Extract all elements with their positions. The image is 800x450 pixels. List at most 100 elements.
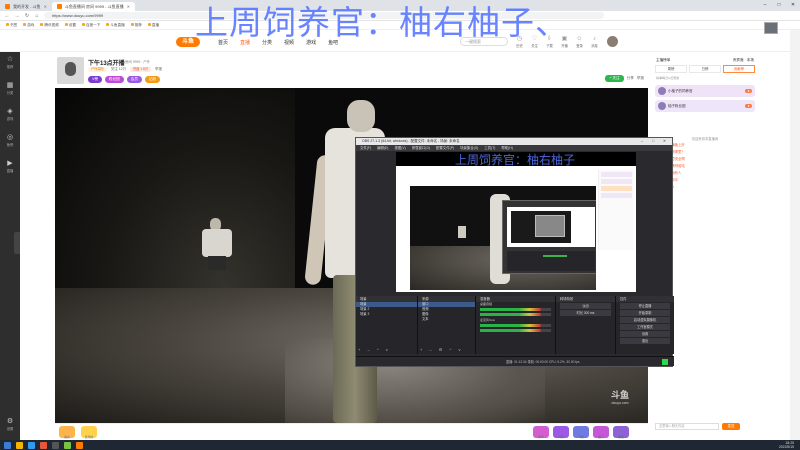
sidebar-item-category[interactable]: ▦ 分类	[0, 78, 20, 104]
chat-input[interactable]: 这里输入聊天内容	[655, 423, 719, 430]
share-button[interactable]: 分享	[627, 76, 634, 81]
obs-window-controls-icon[interactable]: – □ ✕	[641, 138, 670, 145]
room-badges: V榜 粉丝团 会员 钻粉	[88, 76, 161, 83]
browser-icon[interactable]	[28, 441, 35, 449]
rank-row[interactable]: 小柚子的饲养官 ★	[655, 85, 755, 97]
bookmark-item[interactable]: 百度一下	[82, 23, 100, 28]
desktop-shortcut-icon[interactable]	[764, 22, 778, 34]
obs-menu-item[interactable]: 帮助(H)	[501, 145, 513, 151]
sidebar-item-games[interactable]: ◈ 游戏	[0, 104, 20, 130]
obs-menu-item[interactable]: 工具(T)	[484, 145, 495, 151]
maximize-icon[interactable]: □	[772, 0, 786, 11]
tab-contribution[interactable]: 贡献榜	[723, 65, 755, 73]
report-button[interactable]: 举报	[637, 76, 644, 81]
settings-button[interactable]: 设置	[620, 331, 670, 337]
sidebar-item-recommend[interactable]: ☆ 推荐	[0, 52, 20, 78]
gift-item[interactable]: 飞机	[573, 426, 589, 439]
reload-icon[interactable]: ↻	[24, 13, 30, 19]
badge-item[interactable]: 粉丝团	[105, 76, 124, 83]
obs-icon[interactable]	[52, 441, 59, 449]
bookmark-item[interactable]: 设置	[65, 23, 76, 28]
tab-daily[interactable]: 日榜	[689, 65, 721, 73]
mini-row	[601, 179, 632, 184]
report-link[interactable]: 举报	[155, 67, 162, 72]
app-icon[interactable]	[64, 441, 71, 449]
gift-item[interactable]: 超火	[593, 426, 609, 439]
obs-titlebar[interactable]: OBS 27.1.3 (64-bit, windows) - 配置文件: 未命名…	[356, 138, 672, 145]
obs-preview-overlay-title: 上周饲养官：柚右柚子	[455, 153, 576, 167]
start-icon[interactable]	[4, 441, 11, 449]
obs-menu-item[interactable]: 配置文件(P)	[436, 145, 454, 151]
explorer-icon[interactable]	[16, 441, 23, 449]
exit-button[interactable]: 退出	[620, 338, 670, 344]
browser-tab-1[interactable]: 我的开发 - 斗鱼 ✕	[0, 2, 52, 11]
gift-bar: 鱼丸 荧光棒 办卡 火箭 飞机 超火 魔法	[55, 423, 648, 440]
gift-item[interactable]: 火箭	[553, 426, 569, 439]
obs-preview-video	[410, 186, 596, 290]
obs-menu-item[interactable]: 编辑(E)	[377, 145, 388, 151]
browser-tab-2[interactable]: 斗鱼直播间 房间 9999 - 斗鱼直播 ✕	[51, 2, 135, 11]
bookmark-item[interactable]: 直播	[148, 23, 159, 28]
gift-item[interactable]: 办卡	[533, 426, 549, 439]
obs-menu-item[interactable]: 场景集合(S)	[460, 145, 478, 151]
douyu-icon[interactable]	[76, 441, 83, 449]
tab-weekly[interactable]: 周榜	[655, 65, 687, 73]
home-icon[interactable]: ⌂	[34, 13, 40, 19]
messages-button[interactable]: ♪ 消息	[590, 36, 599, 48]
obs-menu-item[interactable]: 视图(V)	[394, 145, 405, 151]
minimize-icon[interactable]: –	[758, 0, 772, 11]
start-recording-button[interactable]: 开始录制	[620, 310, 670, 316]
source-item[interactable]: 文本	[418, 317, 475, 322]
bookmark-item[interactable]: 腾讯视频	[40, 23, 58, 28]
source-toolbar-icon[interactable]: + – ⚙ ^ v	[420, 347, 463, 352]
scene-toolbar-icon[interactable]: + – ^ v	[358, 347, 391, 352]
vip-title[interactable]: 贵宾席 · 本场	[733, 55, 754, 65]
sidebar-item-live[interactable]: ▶ 直播	[0, 156, 20, 182]
scene-item[interactable]: 场景 3	[356, 312, 417, 317]
obs-preview[interactable]: 上周饲养官：柚右柚子	[396, 152, 636, 292]
left-sidebar: ☆ 推荐 ▦ 分类 ◈ 游戏 ◎ 鱼吧 ▶ 直播 ⚙ 设置	[0, 52, 20, 440]
forward-icon[interactable]: →	[14, 13, 20, 19]
app-icon[interactable]	[40, 441, 47, 449]
close-icon[interactable]: ✕	[44, 4, 47, 9]
user-avatar[interactable]	[607, 36, 618, 47]
close-window-icon[interactable]: ✕	[786, 0, 800, 11]
studio-mode-button[interactable]: 工作室模式	[620, 324, 670, 330]
obs-menu-item[interactable]: 文件(F)	[360, 145, 371, 151]
gift-item[interactable]: 荧光棒	[81, 426, 97, 439]
follow-button[interactable]: + 关注	[605, 75, 624, 82]
gift-item[interactable]: 魔法	[613, 426, 629, 439]
mini-row	[601, 172, 632, 177]
sidebar-item-fishbar[interactable]: ◎ 鱼吧	[0, 130, 20, 156]
gift-item[interactable]: 鱼丸	[59, 426, 75, 439]
badge-item[interactable]: V榜	[88, 76, 102, 83]
rank-title[interactable]: 主播榜单	[656, 55, 670, 65]
gear-icon: ⚙	[6, 418, 14, 425]
stop-streaming-button[interactable]: 停止直播	[620, 303, 670, 309]
bookmark-item[interactable]: 推荐	[131, 23, 142, 28]
page-scrollbar[interactable]	[790, 30, 800, 440]
streamer-avatar[interactable]	[57, 57, 84, 84]
person-head	[347, 100, 375, 132]
bookmark-item[interactable]: 斗鱼直播	[106, 23, 124, 28]
taskbar-clock[interactable]: 18:25 2022/5/15	[779, 441, 794, 449]
back-icon[interactable]: ←	[4, 13, 10, 19]
obs-window[interactable]: OBS 27.1.3 (64-bit, windows) - 配置文件: 未命名…	[355, 137, 674, 367]
bookmark-item[interactable]: 书签	[6, 23, 17, 28]
bookmark-item[interactable]: 游戏	[23, 23, 34, 28]
category-pill[interactable]: 户外探险	[88, 67, 107, 72]
send-button[interactable]: 发送	[722, 423, 740, 430]
login-button[interactable]: ☺ 登录	[575, 36, 584, 48]
obs-menu-item[interactable]: 停靠窗口(D)	[412, 145, 430, 151]
stream-status-indicator-icon	[662, 359, 668, 365]
close-icon[interactable]: ✕	[127, 4, 130, 9]
rank-row[interactable]: 柚子粉丝团 ★	[655, 100, 755, 112]
transition-duration[interactable]: 时长 300 ms	[560, 310, 611, 316]
sidebar-collapse-handle[interactable]	[14, 232, 20, 254]
transition-select[interactable]: 淡出	[560, 303, 611, 309]
badge-item[interactable]: 会员	[126, 76, 142, 83]
virtual-camera-button[interactable]: 启动虚拟摄像机	[620, 317, 670, 323]
badge-item[interactable]: 钻粉	[144, 76, 161, 83]
recursive-preview	[507, 207, 595, 247]
sidebar-item-settings[interactable]: ⚙ 设置	[0, 414, 20, 440]
